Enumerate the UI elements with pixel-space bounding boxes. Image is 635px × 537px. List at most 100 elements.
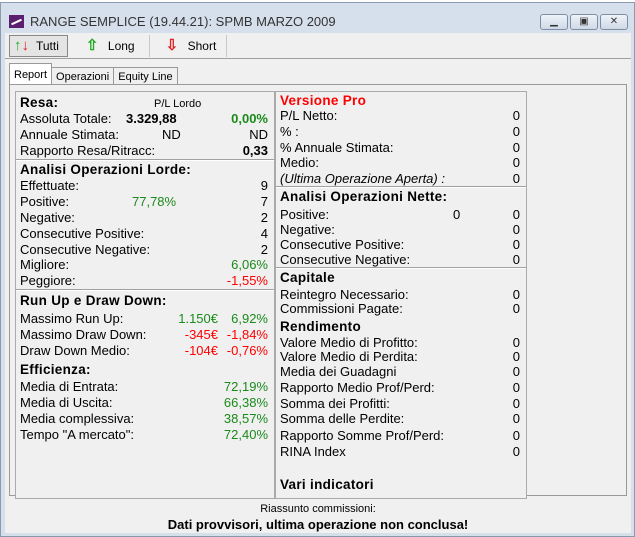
list-item: Migliore: 6,06% [20,257,268,272]
red-down-arrow-icon: ⇩ [165,36,179,54]
label: P/L Netto: [280,108,338,123]
client-area: ↑↓ Tutti ⇧ Long ⇩ Short Report Operazioni E… [5,33,631,533]
value: 9 [260,178,268,193]
value: 0 [512,171,520,186]
label: Somma delle Perdite: [280,411,405,426]
label: Valore Medio di Profitto: [280,335,418,350]
list-item: Reintegro Necessario: 0 [280,287,520,302]
label: (Ultima Operazione Aperta) : [280,171,445,186]
list-item: Positive: 0 0 [280,207,520,222]
close-button[interactable]: ✕ [600,14,628,30]
lorde-heading: Analisi Operazioni Lorde: [20,162,192,177]
left-panel: Resa: P/L Lordo Assoluta Totale: 3.329,88… [15,91,275,499]
list-item: % : 0 [280,124,520,139]
list-item: Commissioni Pagate: 0 [280,301,520,316]
list-item: Rapporto Somme Prof/Perd: 0 [280,428,520,443]
list-item: Draw Down Medio: -104€ -0,76% [20,343,268,358]
value: 0 [512,301,520,316]
tutti-button[interactable]: ↑↓ Tutti [9,34,68,57]
list-item: Valore Medio di Perdita: 0 [280,349,520,364]
list-item: Consecutive Positive: 0 [280,237,520,252]
list-item: Consecutive Negative: 0 [280,252,520,267]
tab-report[interactable]: Report [9,63,53,85]
minimize-button[interactable]: ▁ [540,14,568,30]
pct: -1,84% [226,327,268,342]
divider [16,289,274,291]
list-item: Peggiore: -1,55% [20,273,268,288]
label: Medio: [280,155,320,170]
list-item: Media complessiva: 38,57% [20,411,268,426]
label: Media complessiva: [20,411,135,426]
list-item: Tempo "A mercato": 72,40% [20,427,268,442]
divider [276,186,526,188]
toolbar: ↑↓ Tutti ⇧ Long ⇩ Short [5,33,631,59]
label: Negative: [280,222,335,237]
value: 0 [512,396,520,411]
assoluta-row: Assoluta Totale: 3.329,88 0,00% [20,111,268,126]
label: Positive: [20,194,70,209]
value: 0 [512,108,520,123]
value: 0 [512,411,520,426]
report-page: Resa: P/L Lordo Assoluta Totale: 3.329,88… [9,84,627,499]
value: 66,38% [223,395,268,410]
riassunto-commissioni: Riassunto commissioni: [260,503,376,515]
vari-indicatori-heading: Vari indicatori [280,477,374,492]
label: Rapporto Medio Prof/Perd: [280,380,435,395]
value: 0 [512,364,520,379]
eur: 1.150€ [178,311,218,326]
label: Consecutive Positive: [20,226,145,241]
window-title: RANGE SEMPLICE (19.44.21): SPMB MARZO 20… [30,13,336,29]
list-item: P/L Netto: 0 [280,108,520,123]
mid: 0 [453,207,461,222]
label: Migliore: [20,257,70,272]
pct: 0,00% [231,111,268,126]
value: 4 [260,226,268,241]
value: 38,57% [223,411,268,426]
value: 0 [512,124,520,139]
value: 3.329,88 [126,111,177,126]
label: Draw Down Medio: [20,343,130,358]
value: -1,55% [226,273,268,288]
tab-operazioni[interactable]: Operazioni [51,67,115,85]
list-item: (Ultima Operazione Aperta) : 0 [280,171,520,186]
label: Annuale Stimata: [20,127,120,142]
pl-lordo-header: P/L Lordo [154,98,202,110]
short-button[interactable]: ⇩ Short [154,34,228,57]
annuale-row: Annuale Stimata: ND ND [20,127,268,142]
short-label: Short [187,38,217,53]
capitale-heading: Capitale [280,270,335,285]
label: Consecutive Negative: [20,242,151,257]
label: Consecutive Positive: [280,237,405,252]
list-item: Valore Medio di Profitto: 0 [280,335,520,350]
label: Somma dei Profitti: [280,396,390,411]
pct: ND [249,127,268,142]
label: Media di Uscita: [20,395,113,410]
value: 0 [512,428,520,443]
status-message: Dati provvisori, ultima operazione non c… [167,517,469,532]
efficienza-heading: Efficienza: [20,362,91,377]
tutti-label: Tutti [36,38,59,53]
value: 0 [512,444,520,459]
value: 0 [512,222,520,237]
value: 6,06% [231,257,268,272]
label: Assoluta Totale: [20,111,112,126]
versione-pro-heading: Versione Pro [280,93,367,108]
maximize-button[interactable]: ▣ [570,14,598,30]
nette-heading: Analisi Operazioni Nette: [280,189,448,204]
value: 0 [512,252,520,267]
tab-equity-line[interactable]: Equity Line [113,67,178,85]
value: 0 [512,237,520,252]
rapporto-row: Rapporto Resa/Ritracc: 0,33 [20,143,268,158]
value: 0 [512,380,520,395]
value: 0 [512,140,520,155]
list-item: Rapporto Medio Prof/Perd: 0 [280,380,520,395]
resa-heading: Resa: [20,95,59,110]
label: Media di Entrata: [20,379,119,394]
value: ND [162,127,181,142]
label: Effettuate: [20,178,80,193]
label: Positive: [280,207,330,222]
long-button[interactable]: ⇧ Long [72,34,150,57]
long-label: Long [107,38,135,53]
label: Media dei Guadagni [280,364,397,379]
list-item: Negative: 2 [20,210,268,225]
